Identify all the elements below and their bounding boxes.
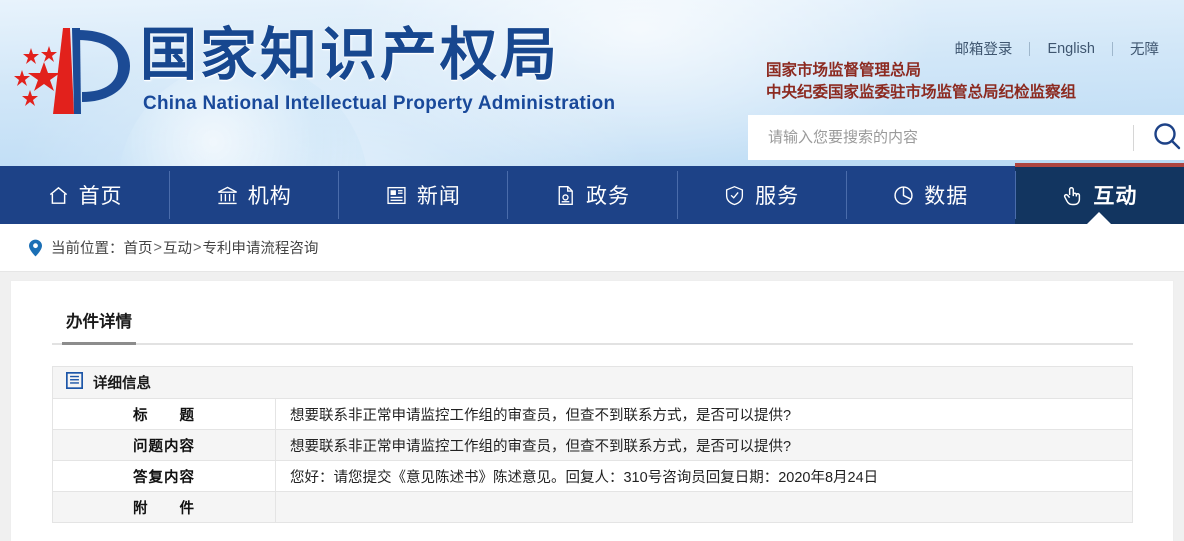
tabbar: 办件详情 [52, 309, 1133, 345]
nav-item-service[interactable]: 服务 [676, 166, 846, 224]
breadcrumb-separator: > [192, 239, 202, 256]
nav-item-government-affairs[interactable]: 政务 [507, 166, 676, 224]
breadcrumb-item-interaction[interactable]: 互动 [163, 237, 192, 258]
row-label: 答复内容 [52, 460, 276, 492]
affiliated-agency-block: 国家市场监督管理总局 中央纪委国家监委驻市场监管总局纪检监察组 [766, 60, 1076, 104]
section-header: 详细信息 [52, 366, 1133, 398]
active-tab-pointer [1086, 212, 1113, 225]
click-hand-icon [1061, 184, 1084, 207]
row-value: 想要联系非正常申请监控工作组的审查员，但查不到联系方式，是否可以提供? [275, 429, 1133, 461]
nav-label: 数据 [924, 185, 969, 208]
list-panel-icon [65, 371, 84, 393]
nav-label: 政务 [585, 185, 630, 208]
search-button[interactable] [1134, 115, 1184, 160]
table-row: 答复内容 您好：请您提交《意见陈述书》陈述意见。回复人：310号咨询员回复日期：… [52, 460, 1133, 492]
agency-line-2: 中央纪委国家监委驻市场监管总局纪检监察组 [766, 84, 1077, 101]
nav-label: 新闻 [416, 185, 461, 208]
nav-item-home[interactable]: 首页 [0, 166, 169, 224]
row-value: 您好：请您提交《意见陈述书》陈述意见。回复人：310号咨询员回复日期：2020年… [275, 460, 1133, 492]
detail-table: 标 题 想要联系非正常申请监控工作组的审查员，但查不到联系方式，是否可以提供? … [52, 398, 1133, 523]
document-icon [554, 184, 577, 207]
section-title: 详细信息 [93, 376, 151, 392]
breadcrumb-separator: > [153, 239, 162, 256]
row-label: 附 件 [52, 491, 276, 523]
site-header: 国家知识产权局 China National Intellectual Prop… [0, 0, 1184, 166]
site-title-en: China National Intellectual Property Adm… [143, 92, 616, 114]
newspaper-icon [385, 184, 408, 207]
page-body: 办件详情 详细信息 标 题 想要联系非正常申请监控工作组的审查员，但查不到联系方… [0, 272, 1184, 541]
nav-item-news[interactable]: 新闻 [338, 166, 507, 224]
row-value [275, 491, 1133, 523]
cnipa-emblem-icon [8, 22, 138, 122]
bank-icon [216, 184, 239, 207]
tab-case-detail[interactable]: 办件详情 [62, 308, 136, 345]
breadcrumb-item-home[interactable]: 首页 [124, 237, 153, 258]
accessibility-link[interactable]: 无障 [1113, 38, 1176, 59]
english-link[interactable]: English [1030, 41, 1112, 57]
site-title-cn: 国家知识产权局 [140, 22, 560, 88]
main-navigation: 首页 机构 新闻 政务 服务 数据 互动 [0, 163, 1184, 225]
breadcrumb: 当前位置： 首页 > 互动 > 专利申请流程咨询 [0, 224, 1184, 272]
table-row: 标 题 想要联系非正常申请监控工作组的审查员，但查不到联系方式，是否可以提供? [52, 398, 1133, 430]
detail-card: 办件详情 详细信息 标 题 想要联系非正常申请监控工作组的审查员，但查不到联系方… [10, 280, 1174, 541]
search-input[interactable] [748, 129, 1133, 146]
site-search [748, 115, 1184, 160]
row-label: 问题内容 [52, 429, 276, 461]
top-utility-links: 邮箱登录 English 无障 [937, 38, 1176, 59]
nav-label: 互动 [1093, 185, 1138, 208]
search-icon [1152, 121, 1182, 154]
location-pin-icon [28, 239, 43, 257]
nav-item-data[interactable]: 数据 [845, 166, 1015, 224]
mail-login-link[interactable]: 邮箱登录 [937, 38, 1029, 59]
table-row: 问题内容 想要联系非正常申请监控工作组的审查员，但查不到联系方式，是否可以提供? [52, 429, 1133, 461]
nav-item-interaction[interactable]: 互动 [1014, 163, 1184, 225]
row-value: 想要联系非正常申请监控工作组的审查员，但查不到联系方式，是否可以提供? [275, 398, 1133, 430]
breadcrumb-item-current: 专利申请流程咨询 [202, 241, 319, 257]
nav-label: 首页 [78, 185, 123, 208]
row-label: 标 题 [52, 398, 276, 430]
breadcrumb-prefix: 当前位置： [51, 241, 124, 257]
table-row: 附 件 [52, 491, 1133, 523]
home-icon [47, 184, 70, 207]
nav-item-institution[interactable]: 机构 [169, 166, 338, 224]
agency-line-1: 国家市场监督管理总局 [766, 62, 922, 79]
nav-label: 机构 [247, 185, 292, 208]
nav-label: 服务 [755, 185, 800, 208]
pie-chart-icon [892, 184, 915, 207]
shield-check-icon [723, 184, 746, 207]
